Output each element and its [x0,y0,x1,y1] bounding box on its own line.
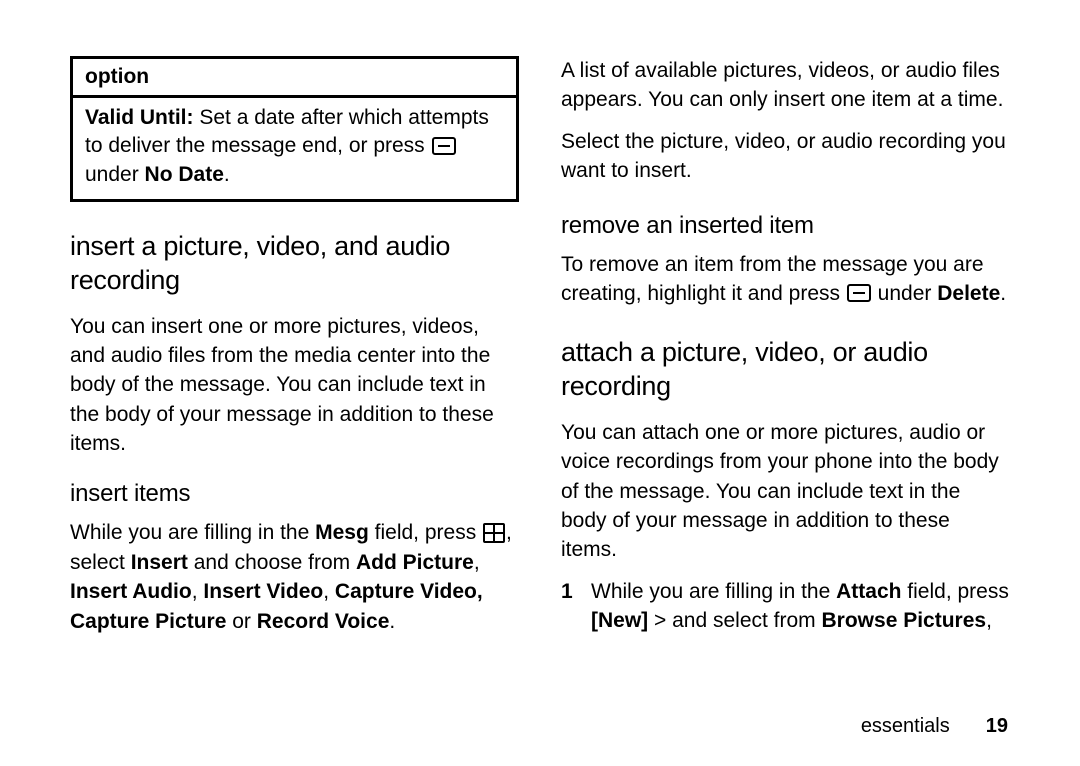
page-footer: essentials 19 [861,715,1008,738]
footer-label: essentials [861,715,950,737]
mesg-label: Mesg [315,521,369,544]
ii-text-4: and choose from [188,551,356,574]
para-select: Select the picture, video, or audio reco… [561,127,1010,186]
insert-video-label: Insert Video [203,580,323,603]
comma-3: , [323,580,335,603]
option-box: option Valid Until: Set a date after whi… [70,56,519,202]
s1-text-1: While you are filling in the [591,580,836,603]
valid-until-label: Valid Until: [85,106,194,129]
ii-text-2: field, press [369,521,482,544]
step-1: 1 While you are filling in the Attach fi… [561,577,1010,636]
valid-text-3: . [224,163,230,186]
option-body: Valid Until: Set a date after which atte… [73,98,516,199]
option-header: option [73,59,516,98]
menu-key-icon [847,284,871,302]
para-remove: To remove an item from the message you a… [561,250,1010,309]
s1-text-4: , [986,609,992,632]
heading-insert-pva: insert a picture, video, and audio recor… [70,230,519,298]
browse-pictures-label: Browse Pictures [822,609,987,632]
add-picture-label: Add Picture [356,551,474,574]
capture-picture-label: Capture Picture [70,610,226,633]
insert-audio-label: Insert Audio [70,580,192,603]
page-columns: option Valid Until: Set a date after whi… [0,0,1080,700]
grid-key-icon [483,523,505,543]
left-column: option Valid Until: Set a date after whi… [70,56,519,700]
rm-text-3: . [1000,282,1006,305]
heading-insert-items: insert items [70,480,519,508]
page-number: 19 [986,715,1008,737]
comma-2: , [192,580,204,603]
capture-video-label: Capture Video, [335,580,483,603]
attach-label: Attach [836,580,901,603]
period-1: . [389,610,395,633]
valid-text-2: under [85,163,145,186]
delete-label: Delete [937,282,1000,305]
comma-1: , [474,551,480,574]
s1-text-3: > and select from [648,609,821,632]
para-insert-desc: You can insert one or more pictures, vid… [70,312,519,459]
ii-text-1: While you are filling in the [70,521,315,544]
no-date-label: No Date [145,163,224,186]
heading-attach: attach a picture, video, or audio record… [561,336,1010,404]
menu-key-icon [432,137,456,155]
heading-remove: remove an inserted item [561,212,1010,240]
rm-text-2: under [872,282,937,305]
para-list: A list of available pictures, videos, or… [561,56,1010,115]
or-text: or [226,610,256,633]
step-1-text: While you are filling in the Attach fiel… [591,577,1010,636]
step-1-num: 1 [561,577,591,636]
s1-text-2: field, press [901,580,1008,603]
para-attach-desc: You can attach one or more pictures, aud… [561,418,1010,565]
new-label: [New] [591,609,648,632]
right-column: A list of available pictures, videos, or… [561,56,1010,700]
record-voice-label: Record Voice [257,610,390,633]
para-insert-items: While you are filling in the Mesg field,… [70,518,519,636]
insert-label: Insert [131,551,188,574]
